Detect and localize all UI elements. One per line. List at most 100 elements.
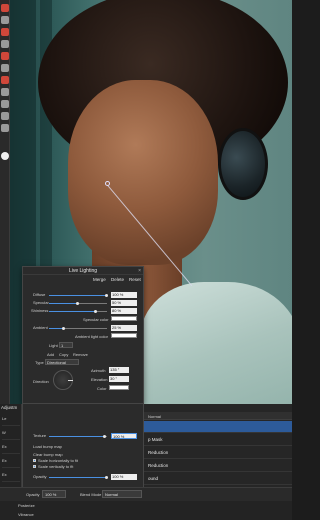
direction-dial-indicator[interactable]: [68, 380, 73, 381]
brush-tool-icon[interactable]: [1, 28, 9, 36]
direction-label: Direction: [33, 379, 49, 384]
blend-mode-label: Blend Mode: [80, 492, 102, 497]
diffuse-slider[interactable]: [49, 294, 108, 297]
scale-vertical-label: Scale vertically to fit: [38, 464, 74, 469]
adjustment-item[interactable]: W: [2, 430, 20, 440]
opacity-slider[interactable]: [49, 476, 108, 479]
posterize-item[interactable]: Posterize: [18, 503, 35, 508]
scale-vertical-checkbox[interactable]: [33, 465, 36, 468]
direction-dial[interactable]: [53, 370, 73, 390]
delete-button[interactable]: Delete: [111, 276, 124, 283]
azimuth-value-field[interactable]: 135 °: [109, 367, 129, 373]
azimuth-label: Azimuth: [91, 368, 106, 373]
diffuse-slider-knob[interactable]: [105, 294, 108, 297]
specular-slider-knob[interactable]: [76, 302, 79, 305]
layer-options-bar: Opacity 100 % Blend Mode Normal: [0, 487, 292, 501]
shininess-label: Shininess: [31, 308, 49, 313]
specular-label: Specular: [33, 300, 49, 305]
diffuse-value-field[interactable]: 100 %: [111, 292, 137, 298]
specular-slider-fill: [49, 303, 78, 304]
clone-tool-icon[interactable]: [1, 88, 9, 96]
panel-title: Live Lighting: [23, 267, 143, 275]
light-label: Light: [49, 343, 58, 348]
add-light-button[interactable]: Add: [47, 352, 54, 357]
opacity-slider-knob[interactable]: [105, 476, 108, 479]
opacity-bar-select[interactable]: 100 %: [42, 490, 66, 498]
merge-button[interactable]: Merge: [93, 276, 106, 283]
color-swatch-icon[interactable]: [1, 152, 9, 160]
ambient-color-label: Ambient light color: [75, 334, 108, 339]
layers-blend-mode[interactable]: Normal: [148, 414, 161, 419]
color-label: Color: [97, 386, 107, 391]
adjustment-item[interactable]: Ex: [2, 444, 20, 454]
clear-bump-map-button[interactable]: Clear bump map: [33, 452, 63, 457]
adjustments-title: Adjustm: [1, 405, 18, 410]
layer-row[interactable]: Reduction: [144, 447, 292, 459]
headphone: [218, 128, 268, 200]
text-tool-icon[interactable]: [1, 100, 9, 108]
layer-row[interactable]: ound: [144, 473, 292, 485]
erase-tool-icon[interactable]: [1, 76, 9, 84]
ambient-slider[interactable]: [49, 327, 107, 330]
shininess-slider[interactable]: [49, 310, 107, 313]
shininess-slider-knob[interactable]: [94, 310, 97, 313]
face: [68, 80, 218, 265]
specular-color-swatch[interactable]: [111, 316, 137, 321]
texture-slider-fill: [49, 436, 104, 437]
ambient-label: Ambient: [33, 325, 48, 330]
opacity-bar-label: Opacity: [26, 492, 40, 497]
light-select[interactable]: 1: [59, 342, 73, 348]
adjustment-item[interactable]: Le: [2, 416, 20, 426]
type-label: Type: [35, 360, 44, 365]
shininess-slider-fill: [49, 311, 95, 312]
specular-color-label: Specular color: [83, 317, 109, 322]
texture-slider-knob[interactable]: [103, 435, 106, 438]
crop-tool-icon[interactable]: [1, 40, 9, 48]
live-lighting-panel: Live Lighting × Merge Delete Reset Diffu…: [22, 266, 144, 404]
zoom-tool-icon[interactable]: [1, 124, 9, 132]
layer-row[interactable]: [144, 421, 292, 433]
close-icon[interactable]: ×: [138, 267, 141, 275]
opacity-value-field[interactable]: 100 %: [111, 474, 137, 480]
ambient-slider-knob[interactable]: [62, 327, 65, 330]
load-bump-map-button[interactable]: Load bump map: [33, 444, 62, 449]
adjustment-item[interactable]: Ex: [2, 472, 20, 482]
opacity-label: Opacity: [33, 474, 47, 479]
diffuse-slider-fill: [49, 295, 107, 296]
remove-light-button[interactable]: Remove: [73, 352, 88, 357]
opacity-slider-fill: [49, 477, 107, 478]
elevation-value-field[interactable]: 30 °: [109, 376, 129, 382]
tools-panel: [0, 0, 10, 404]
ambient-color-swatch[interactable]: [111, 333, 137, 338]
pen-tool-icon[interactable]: [1, 64, 9, 72]
ambient-value-field[interactable]: 25 %: [111, 325, 137, 331]
shininess-value-field[interactable]: 80 %: [111, 308, 137, 314]
scale-horizontal-checkbox[interactable]: [33, 459, 36, 462]
blend-mode-select[interactable]: Normal: [102, 490, 142, 498]
texture-label: Texture: [33, 433, 47, 438]
reset-button[interactable]: Reset: [129, 276, 141, 283]
layer-row[interactable]: p Mask: [144, 434, 292, 446]
fill-tool-icon[interactable]: [1, 52, 9, 60]
adjustment-list-footer: Posterize Vibrance: [0, 501, 292, 520]
vibrance-item[interactable]: Vibrance: [18, 512, 34, 517]
hoodie: [140, 282, 292, 404]
shape-tool-icon[interactable]: [1, 112, 9, 120]
ambient-slider-fill: [49, 328, 63, 329]
move-tool-icon[interactable]: [1, 4, 9, 12]
copy-light-button[interactable]: Copy: [59, 352, 68, 357]
layers-blend-bar[interactable]: Normal: [144, 412, 292, 420]
texture-slider[interactable]: [49, 435, 107, 438]
specular-slider[interactable]: [49, 302, 107, 305]
scale-horizontal-label: Scale horizontally to fit: [38, 458, 79, 463]
select-tool-icon[interactable]: [1, 16, 9, 24]
adjustment-item[interactable]: Ex: [2, 458, 20, 468]
light-type-select[interactable]: Directional: [45, 359, 79, 365]
light-source-handle[interactable]: [105, 181, 110, 186]
elevation-label: Elevation: [91, 377, 108, 382]
specular-value-field[interactable]: 50 %: [111, 300, 137, 306]
diffuse-label: Diffuse: [33, 292, 46, 297]
layer-row[interactable]: Reduction: [144, 460, 292, 472]
texture-value-field[interactable]: 100 %: [111, 433, 137, 439]
light-color-swatch[interactable]: [109, 385, 129, 390]
